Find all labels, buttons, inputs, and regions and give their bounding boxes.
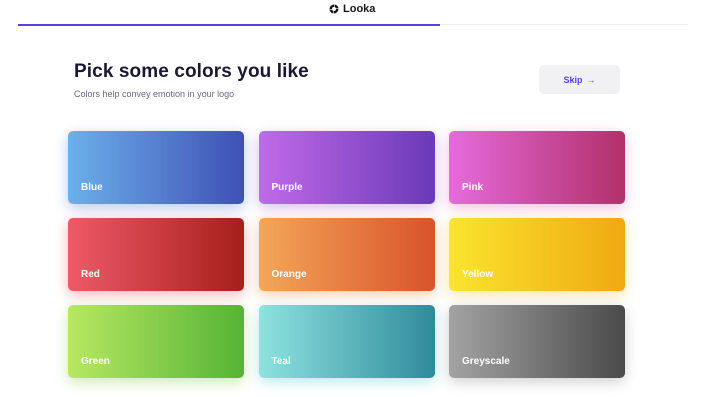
page-title: Pick some colors you like [74,61,309,82]
color-option-pink[interactable]: Pink [449,131,625,204]
color-option-yellow[interactable]: Yellow [449,218,625,291]
looka-logo-icon [329,4,339,14]
color-option-label: Orange [271,269,307,280]
skip-button-label: Skip [563,74,583,85]
color-option-label: Green [81,356,110,367]
color-option-greyscale[interactable]: Greyscale [449,305,625,378]
progress-bar [18,23,688,26]
brand-logo[interactable]: Looka [329,3,375,15]
color-option-label: Red [81,269,100,280]
color-option-label: Blue [81,182,103,193]
progress-bar-fill [18,23,441,26]
page-subtitle: Colors help convey emotion in your logo [74,89,235,99]
color-option-label: Yellow [462,269,494,280]
skip-button[interactable]: Skip → [539,65,620,94]
color-grid: Blue Purple Pink Red Orange Yellow Green Teal Gr… [68,131,625,379]
color-option-label: Pink [462,182,484,193]
top-bar: Looka [0,0,714,26]
color-option-purple[interactable]: Purple [258,131,435,204]
color-option-label: Teal [271,356,291,367]
color-option-orange[interactable]: Orange [258,218,435,291]
color-option-red[interactable]: Red [68,218,244,291]
color-option-green[interactable]: Green [68,305,244,378]
color-option-blue[interactable]: Blue [68,131,244,204]
color-option-label: Greyscale [462,356,510,367]
arrow-right-icon: → [586,74,596,85]
color-option-label: Purple [271,182,303,193]
brand-name: Looka [343,3,376,15]
color-option-teal[interactable]: Teal [258,305,435,378]
